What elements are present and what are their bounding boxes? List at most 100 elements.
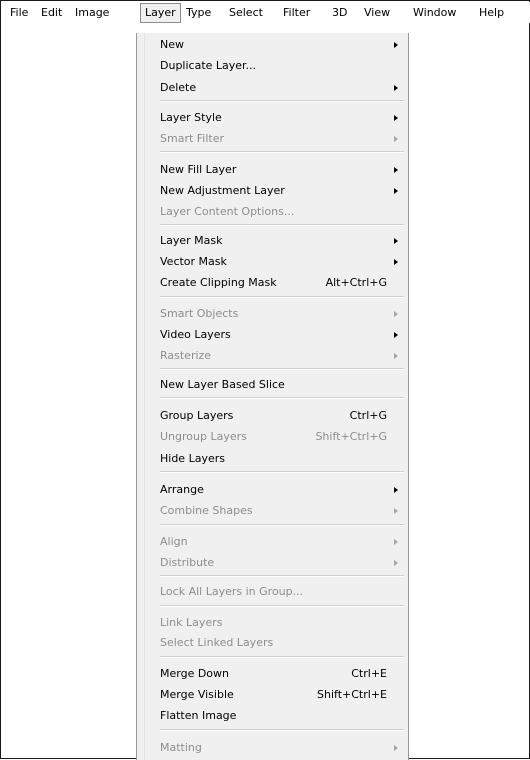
menu-item-label: New bbox=[160, 38, 184, 51]
menu-item-lock-all-layers: Lock All Layers in Group... bbox=[145, 582, 401, 602]
submenu-arrow-icon bbox=[394, 745, 398, 751]
menu-item-label: Create Clipping Mask bbox=[160, 276, 277, 289]
menu-separator bbox=[160, 296, 404, 298]
menu-item-group-layers[interactable]: Group Layers Ctrl+G bbox=[145, 406, 401, 426]
menu-item-new-adjustment-layer[interactable]: New Adjustment Layer bbox=[145, 181, 401, 201]
menu-item-new[interactable]: New bbox=[145, 35, 401, 55]
menu-item-merge-visible[interactable]: Merge Visible Shift+Ctrl+E bbox=[145, 685, 401, 705]
submenu-arrow-icon bbox=[394, 311, 398, 317]
menu-item-align: Align bbox=[145, 532, 401, 552]
menu-item-label: Merge Visible bbox=[160, 688, 234, 701]
menu-filter[interactable]: Filter bbox=[283, 4, 310, 22]
menu-item-label: Group Layers bbox=[160, 409, 234, 422]
submenu-arrow-icon bbox=[394, 136, 398, 142]
menu-item-label: New Fill Layer bbox=[160, 163, 237, 176]
submenu-arrow-icon bbox=[394, 259, 398, 265]
menu-image[interactable]: Image bbox=[75, 4, 109, 22]
menu-separator bbox=[160, 656, 404, 658]
menu-3d[interactable]: 3D bbox=[332, 4, 347, 22]
menu-separator bbox=[160, 524, 404, 526]
menu-item-label: Align bbox=[160, 535, 188, 548]
menu-item-label: Ungroup Layers bbox=[160, 430, 247, 443]
menu-item-new-layer-based-slice[interactable]: New Layer Based Slice bbox=[145, 375, 401, 395]
menu-layer[interactable]: Layer bbox=[140, 3, 181, 23]
menu-item-label: Select Linked Layers bbox=[160, 636, 274, 649]
menu-item-link-layers: Link Layers bbox=[145, 613, 401, 633]
menu-item-merge-down[interactable]: Merge Down Ctrl+E bbox=[145, 664, 401, 684]
submenu-arrow-icon bbox=[394, 560, 398, 566]
menu-edit[interactable]: Edit bbox=[41, 4, 62, 22]
menu-item-hide-layers[interactable]: Hide Layers bbox=[145, 449, 401, 469]
menu-item-label: Layer Mask bbox=[160, 234, 223, 247]
menu-item-rasterize: Rasterize bbox=[145, 346, 401, 366]
menu-separator bbox=[160, 729, 404, 731]
menu-item-layer-content-options: Layer Content Options... bbox=[145, 202, 401, 222]
submenu-arrow-icon bbox=[394, 508, 398, 514]
menu-item-distribute: Distribute bbox=[145, 553, 401, 573]
menu-item-label: Smart Filter bbox=[160, 132, 225, 145]
submenu-arrow-icon bbox=[394, 85, 398, 91]
menu-item-label: Rasterize bbox=[160, 349, 212, 362]
menu-item-new-fill-layer[interactable]: New Fill Layer bbox=[145, 160, 401, 180]
menu-item-layer-style[interactable]: Layer Style bbox=[145, 108, 401, 128]
menu-item-vector-mask[interactable]: Vector Mask bbox=[145, 252, 401, 272]
menu-item-shortcut: Ctrl+G bbox=[349, 409, 387, 422]
menu-window[interactable]: Window bbox=[413, 4, 456, 22]
menu-item-smart-objects: Smart Objects bbox=[145, 304, 401, 324]
menu-item-label: Delete bbox=[160, 81, 197, 94]
menu-separator bbox=[160, 368, 404, 370]
submenu-arrow-icon bbox=[394, 167, 398, 173]
menu-item-label: Link Layers bbox=[160, 616, 223, 629]
menu-item-shortcut: Shift+Ctrl+E bbox=[317, 688, 387, 701]
submenu-arrow-icon bbox=[394, 487, 398, 493]
menu-item-combine-shapes: Combine Shapes bbox=[145, 501, 401, 521]
menu-item-delete[interactable]: Delete bbox=[145, 78, 401, 98]
menu-item-video-layers[interactable]: Video Layers bbox=[145, 325, 401, 345]
menu-separator bbox=[160, 605, 404, 607]
submenu-arrow-icon bbox=[394, 188, 398, 194]
menu-item-flatten-image[interactable]: Flatten Image bbox=[145, 706, 401, 726]
submenu-arrow-icon bbox=[394, 115, 398, 121]
menu-item-label: Distribute bbox=[160, 556, 215, 569]
menu-item-smart-filter: Smart Filter bbox=[145, 129, 401, 149]
menu-item-shortcut: Shift+Ctrl+G bbox=[315, 430, 387, 443]
menu-type[interactable]: Type bbox=[186, 4, 211, 22]
menu-item-label: Video Layers bbox=[160, 328, 231, 341]
menu-help[interactable]: Help bbox=[479, 4, 504, 22]
menu-item-label: Arrange bbox=[160, 483, 204, 496]
menu-item-label: Matting bbox=[160, 741, 202, 754]
menu-item-ungroup-layers: Ungroup Layers Shift+Ctrl+G bbox=[145, 427, 401, 447]
menu-separator bbox=[160, 151, 404, 153]
menu-separator bbox=[160, 224, 404, 226]
menu-gutter bbox=[137, 33, 145, 760]
menu-item-label: Vector Mask bbox=[160, 255, 227, 268]
menu-item-shortcut: Alt+Ctrl+G bbox=[325, 276, 387, 289]
menu-file[interactable]: File bbox=[10, 4, 28, 22]
layer-dropdown-menu: New Duplicate Layer... Delete Layer Styl… bbox=[136, 33, 409, 760]
menu-item-label: New Adjustment Layer bbox=[160, 184, 285, 197]
menu-item-create-clipping-mask[interactable]: Create Clipping Mask Alt+Ctrl+G bbox=[145, 273, 401, 293]
menu-select[interactable]: Select bbox=[229, 4, 263, 22]
menu-item-label: Combine Shapes bbox=[160, 504, 253, 517]
menu-item-matting: Matting bbox=[145, 738, 401, 758]
menu-item-duplicate-layer[interactable]: Duplicate Layer... bbox=[145, 56, 401, 76]
menu-item-label: Lock All Layers in Group... bbox=[160, 585, 304, 598]
menu-bar: File Edit Image Layer Type Select Filter… bbox=[2, 2, 530, 23]
menu-separator bbox=[160, 471, 404, 473]
menu-item-label: Smart Objects bbox=[160, 307, 239, 320]
menu-item-label: Layer Style bbox=[160, 111, 222, 124]
menu-item-label: Flatten Image bbox=[160, 709, 237, 722]
application-window: File Edit Image Layer Type Select Filter… bbox=[0, 0, 530, 760]
menu-item-layer-mask[interactable]: Layer Mask bbox=[145, 231, 401, 251]
menu-item-label: Merge Down bbox=[160, 667, 230, 680]
menu-item-arrange[interactable]: Arrange bbox=[145, 480, 401, 500]
menu-item-label: Hide Layers bbox=[160, 452, 225, 465]
menu-item-label: Layer Content Options... bbox=[160, 205, 295, 218]
submenu-arrow-icon bbox=[394, 353, 398, 359]
menu-separator bbox=[160, 397, 404, 399]
submenu-arrow-icon bbox=[394, 332, 398, 338]
menu-item-shortcut: Ctrl+E bbox=[351, 667, 387, 680]
submenu-arrow-icon bbox=[394, 42, 398, 48]
menu-item-label: New Layer Based Slice bbox=[160, 378, 285, 391]
menu-view[interactable]: View bbox=[364, 4, 390, 22]
